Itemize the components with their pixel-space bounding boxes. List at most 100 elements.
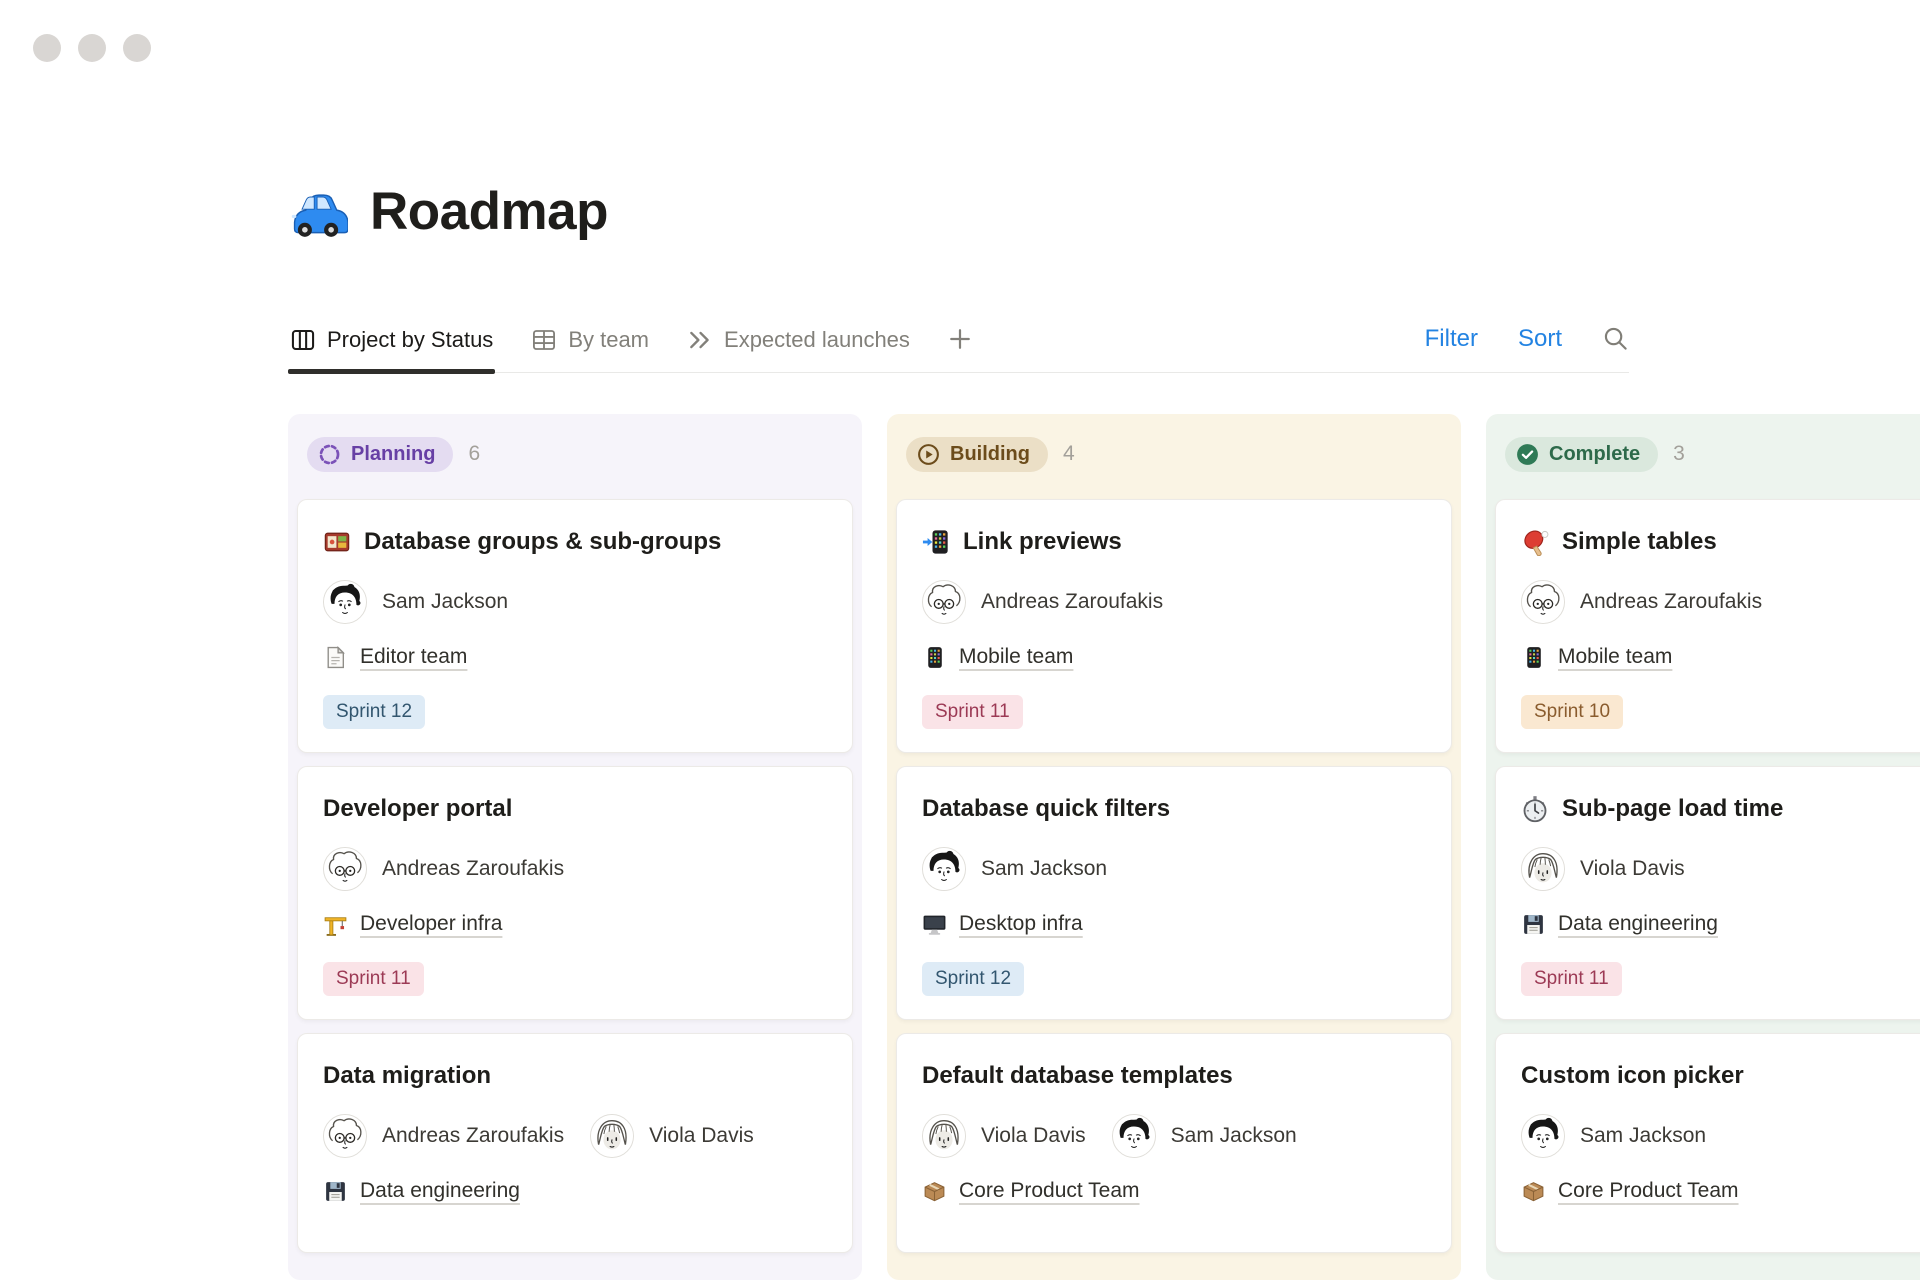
tab-label: Expected launches xyxy=(724,325,910,355)
card[interactable]: Data migration Andreas Zaroufakis Viola Da… xyxy=(297,1033,853,1253)
tab-expected-launches[interactable]: Expected launches xyxy=(685,325,912,372)
avatar xyxy=(323,580,367,624)
card-title: Custom icon picker xyxy=(1521,1061,1920,1091)
avatar xyxy=(922,847,966,891)
person-name: Andreas Zaroufakis xyxy=(382,1124,564,1148)
search-icon[interactable] xyxy=(1602,325,1629,352)
people-row: Sam Jackson xyxy=(1521,1114,1920,1158)
card[interactable]: Developer portalAndreas ZaroufakisDevelo… xyxy=(297,766,853,1020)
view-toolbar: Filter Sort xyxy=(1425,325,1629,372)
card-title: Simple tables xyxy=(1521,527,1920,557)
avatar xyxy=(323,1114,367,1158)
sprint-badge: Sprint 12 xyxy=(323,695,425,729)
filter-button[interactable]: Filter xyxy=(1425,325,1478,353)
card-title: Database quick filters xyxy=(922,794,1426,824)
team-row: Desktop infra xyxy=(922,912,1426,937)
card[interactable]: Default database templatesViola DavisSam… xyxy=(896,1033,1452,1253)
board-column-complete: Complete3 Simple tables Andreas Zaroufakis… xyxy=(1486,414,1920,1280)
avatar xyxy=(1521,1114,1565,1158)
car-icon xyxy=(288,183,348,241)
card-title: Data migration xyxy=(323,1061,827,1091)
avatar xyxy=(1521,847,1565,891)
person-name: Sam Jackson xyxy=(1171,1124,1297,1148)
team-row: Mobile team xyxy=(1521,645,1920,670)
people-row: Andreas Zaroufakis xyxy=(922,580,1426,624)
dashed-circle-icon xyxy=(317,442,342,467)
person-name: Andreas Zaroufakis xyxy=(981,590,1163,614)
avatar xyxy=(1112,1114,1156,1158)
window-control-dot[interactable] xyxy=(33,34,61,62)
person-name: Sam Jackson xyxy=(981,857,1107,881)
person: Andreas Zaroufakis xyxy=(323,1114,564,1158)
tab-by-team[interactable]: By team xyxy=(529,325,651,372)
person: Sam Jackson xyxy=(1521,1114,1706,1158)
team-row: Developer infra xyxy=(323,912,827,937)
person: Viola Davis xyxy=(590,1114,754,1158)
window-control-dot[interactable] xyxy=(123,34,151,62)
card-title-text: Link previews xyxy=(963,527,1122,557)
team-row: Core Product Team xyxy=(922,1179,1426,1204)
page-title[interactable]: Roadmap xyxy=(370,182,608,243)
desktop-icon xyxy=(922,912,947,937)
person: Viola Davis xyxy=(922,1114,1086,1158)
team-link[interactable]: Editor team xyxy=(360,645,467,669)
sprint-badge: Sprint 11 xyxy=(922,695,1023,729)
status-badge-planning[interactable]: Planning xyxy=(307,437,453,472)
sprint-badge: Sprint 11 xyxy=(323,962,424,996)
team-link[interactable]: Developer infra xyxy=(360,912,502,936)
double-chevron-icon xyxy=(687,327,713,353)
card[interactable]: Sub-page load time Viola Davis Data engine… xyxy=(1495,766,1920,1020)
team-link[interactable]: Desktop infra xyxy=(959,912,1083,936)
mobile-icon xyxy=(1521,645,1546,670)
team-link[interactable]: Mobile team xyxy=(1558,645,1672,669)
person-name: Andreas Zaroufakis xyxy=(1580,590,1762,614)
sprint-badge: Sprint 10 xyxy=(1521,695,1623,729)
card[interactable]: Link previews Andreas Zaroufakis Mobile te… xyxy=(896,499,1452,753)
tab-label: By team xyxy=(568,325,649,355)
team-link[interactable]: Data engineering xyxy=(1558,912,1718,936)
crane-icon xyxy=(323,912,348,937)
sort-button[interactable]: Sort xyxy=(1518,325,1562,353)
person: Sam Jackson xyxy=(323,580,508,624)
person-name: Viola Davis xyxy=(649,1124,754,1148)
sprint-badge: Sprint 12 xyxy=(922,962,1024,996)
card-title-text: Custom icon picker xyxy=(1521,1061,1744,1091)
paddle-icon xyxy=(1521,528,1549,556)
play-circle-icon xyxy=(916,442,941,467)
card[interactable]: Database quick filters Sam Jackson Desktop… xyxy=(896,766,1452,1020)
card[interactable]: Custom icon picker Sam Jackson Core Produc… xyxy=(1495,1033,1920,1253)
avatar xyxy=(922,1114,966,1158)
kanban-board: Planning6Database groups & sub-groupsSam… xyxy=(288,414,1920,1280)
team-row: Core Product Team xyxy=(1521,1179,1920,1204)
avatar xyxy=(1521,580,1565,624)
people-row: Viola Davis xyxy=(1521,847,1920,891)
person: Andreas Zaroufakis xyxy=(1521,580,1762,624)
mobile-icon xyxy=(922,645,947,670)
person: Sam Jackson xyxy=(922,847,1107,891)
team-link[interactable]: Mobile team xyxy=(959,645,1073,669)
board-column-planning: Planning6Database groups & sub-groupsSam… xyxy=(288,414,862,1280)
status-badge-building[interactable]: Building xyxy=(906,437,1048,472)
window-controls[interactable] xyxy=(33,34,151,62)
view-tabs: Project by Status By team Expected launche… xyxy=(288,325,974,372)
card[interactable]: Simple tables Andreas Zaroufakis Mobile te… xyxy=(1495,499,1920,753)
card-title-text: Simple tables xyxy=(1562,527,1717,557)
roadmap-page: Roadmap Project by Status By team Expected… xyxy=(288,0,1920,1280)
tab-project-by-status[interactable]: Project by Status xyxy=(288,325,495,372)
status-badge-complete[interactable]: Complete xyxy=(1505,437,1658,472)
page-icon xyxy=(323,645,348,670)
status-label: Complete xyxy=(1549,442,1640,467)
card-title: Sub-page load time xyxy=(1521,794,1920,824)
column-count: 4 xyxy=(1063,442,1075,466)
bento-icon xyxy=(323,528,351,556)
person: Viola Davis xyxy=(1521,847,1685,891)
avatar xyxy=(590,1114,634,1158)
people-row: Andreas Zaroufakis xyxy=(323,847,827,891)
people-row: Sam Jackson xyxy=(323,580,827,624)
card[interactable]: Database groups & sub-groups Sam Jackson E… xyxy=(297,499,853,753)
column-header-complete: Complete3 xyxy=(1495,414,1920,499)
card-title-text: Database groups & sub-groups xyxy=(364,527,721,557)
window-control-dot[interactable] xyxy=(78,34,106,62)
people-row: Andreas Zaroufakis xyxy=(1521,580,1920,624)
add-view-button[interactable] xyxy=(946,325,974,353)
